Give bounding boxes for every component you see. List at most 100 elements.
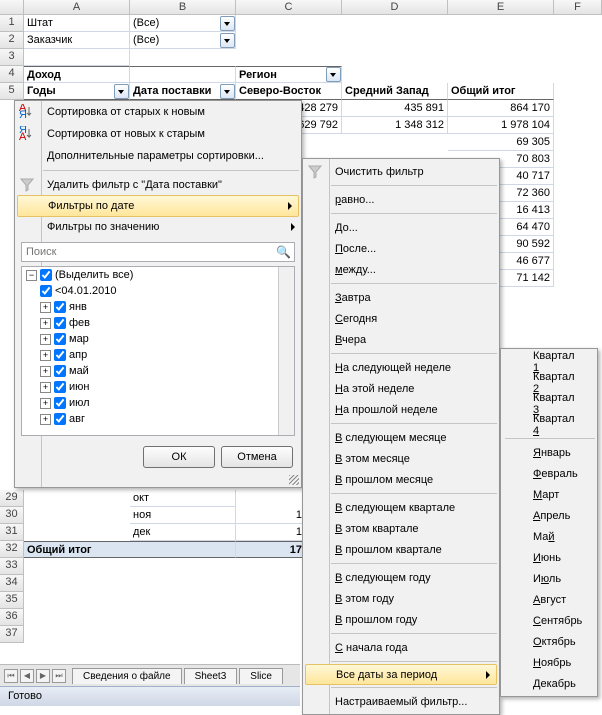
last-quarter[interactable]: В прошлом квартале: [303, 539, 499, 560]
row-35[interactable]: 35: [0, 592, 24, 609]
row-29[interactable]: 29: [0, 490, 24, 507]
checkbox[interactable]: [40, 269, 52, 281]
last-year[interactable]: В прошлом году: [303, 609, 499, 630]
more-sort[interactable]: Дополнительные параметры сортировки...: [15, 145, 301, 167]
before[interactable]: До...: [303, 217, 499, 238]
next-month[interactable]: В следующем месяце: [303, 427, 499, 448]
cell-E6[interactable]: 864 170: [448, 100, 554, 117]
date-filters[interactable]: Фильтры по дате: [17, 195, 299, 217]
tomorrow[interactable]: Завтра: [303, 287, 499, 308]
resize-grip[interactable]: [289, 475, 299, 485]
check-item[interactable]: +май: [22, 363, 294, 379]
cell-B31[interactable]: дек: [130, 524, 236, 541]
search-input[interactable]: [21, 242, 295, 262]
collapse-icon[interactable]: −: [26, 270, 37, 281]
check-item[interactable]: <04.01.2010: [22, 283, 294, 299]
row-37[interactable]: 37: [0, 626, 24, 643]
cell-B30[interactable]: ноя: [130, 507, 236, 524]
sort-new-old[interactable]: ЯАСортировка от новых к старым: [15, 123, 301, 145]
checkbox[interactable]: [54, 349, 66, 361]
today[interactable]: Сегодня: [303, 308, 499, 329]
cell-D31[interactable]: 1: [236, 524, 306, 541]
expand-icon[interactable]: +: [40, 382, 51, 393]
cell-B29[interactable]: окт: [130, 490, 236, 507]
last-week[interactable]: На прошлой неделе: [303, 399, 499, 420]
q4[interactable]: Квартал 4: [501, 414, 597, 435]
cell-D30[interactable]: 1: [236, 507, 306, 524]
row-31[interactable]: 31: [0, 524, 24, 541]
check-item[interactable]: +июн: [22, 379, 294, 395]
between[interactable]: между...: [303, 259, 499, 280]
checkbox[interactable]: [54, 317, 66, 329]
apr[interactable]: Апрель: [501, 505, 597, 526]
tab-next-icon[interactable]: ▶: [36, 669, 50, 683]
expand-icon[interactable]: +: [40, 318, 51, 329]
this-week[interactable]: На этой неделе: [303, 378, 499, 399]
check-item[interactable]: +авг: [22, 411, 294, 427]
tab-prev-icon[interactable]: ◀: [20, 669, 34, 683]
tab-sheet3[interactable]: Sheet3: [184, 668, 238, 684]
next-week[interactable]: На следующей неделе: [303, 357, 499, 378]
col-D[interactable]: D: [342, 0, 448, 14]
expand-icon[interactable]: +: [40, 334, 51, 345]
expand-icon[interactable]: +: [40, 366, 51, 377]
cell-E5[interactable]: Общий итог: [448, 83, 554, 100]
expand-icon[interactable]: +: [40, 398, 51, 409]
cell-D7[interactable]: 1 348 312: [342, 117, 448, 134]
row-2[interactable]: 2: [0, 32, 24, 49]
check-item[interactable]: +июл: [22, 395, 294, 411]
row-36[interactable]: 36: [0, 609, 24, 626]
checkbox[interactable]: [54, 397, 66, 409]
cell-C5[interactable]: Северо-Восток: [236, 83, 342, 100]
row-30[interactable]: 30: [0, 507, 24, 524]
sep[interactable]: Сентябрь: [501, 610, 597, 631]
col-C[interactable]: C: [236, 0, 342, 14]
next-quarter[interactable]: В следующем квартале: [303, 497, 499, 518]
cell-A4[interactable]: Доход: [24, 66, 130, 83]
row-33[interactable]: 33: [0, 558, 24, 575]
col-B[interactable]: B: [130, 0, 236, 14]
may[interactable]: Май: [501, 526, 597, 547]
sort-old-new[interactable]: АЯСортировка от старых к новым: [15, 101, 301, 123]
ytd[interactable]: С начала года: [303, 637, 499, 658]
cell-A32[interactable]: Общий итог: [24, 541, 236, 558]
check-item[interactable]: +апр: [22, 347, 294, 363]
expand-icon[interactable]: +: [40, 302, 51, 313]
jul[interactable]: Июль: [501, 568, 597, 589]
expand-icon[interactable]: +: [40, 414, 51, 425]
checkbox[interactable]: [54, 301, 66, 313]
checkbox[interactable]: [54, 413, 66, 425]
q3[interactable]: Квартал 3: [501, 393, 597, 414]
feb[interactable]: Февраль: [501, 463, 597, 484]
tab-last-icon[interactable]: ⏭: [52, 669, 66, 683]
next-year[interactable]: В следующем году: [303, 567, 499, 588]
dropdown-date[interactable]: [220, 84, 235, 99]
row-5[interactable]: 5: [0, 83, 24, 100]
check-all[interactable]: −(Выделить все): [22, 267, 294, 283]
checkbox[interactable]: [54, 333, 66, 345]
checklist[interactable]: −(Выделить все) <04.01.2010 +янв +фев +м…: [21, 266, 295, 436]
col-A[interactable]: A: [24, 0, 130, 14]
row-4[interactable]: 4: [0, 66, 24, 83]
checkbox[interactable]: [54, 381, 66, 393]
dropdown-region[interactable]: [326, 67, 341, 82]
dec[interactable]: Декабрь: [501, 673, 597, 694]
aug[interactable]: Август: [501, 589, 597, 610]
checkbox[interactable]: [54, 365, 66, 377]
value-filters[interactable]: Фильтры по значению: [15, 216, 301, 238]
row-1[interactable]: 1: [0, 15, 24, 32]
this-month[interactable]: В этом месяце: [303, 448, 499, 469]
tab-slice[interactable]: Slice: [239, 668, 283, 684]
cancel-button[interactable]: Отмена: [221, 446, 293, 468]
scrollbar[interactable]: [278, 267, 294, 435]
cell-D6[interactable]: 435 891: [342, 100, 448, 117]
jan[interactable]: Январь: [501, 442, 597, 463]
yesterday[interactable]: Вчера: [303, 329, 499, 350]
cell-D5[interactable]: Средний Запад: [342, 83, 448, 100]
check-item[interactable]: +янв: [22, 299, 294, 315]
after[interactable]: После...: [303, 238, 499, 259]
oct[interactable]: Октябрь: [501, 631, 597, 652]
check-item[interactable]: +фев: [22, 315, 294, 331]
dropdown-state[interactable]: [220, 16, 235, 31]
jun[interactable]: Июнь: [501, 547, 597, 568]
